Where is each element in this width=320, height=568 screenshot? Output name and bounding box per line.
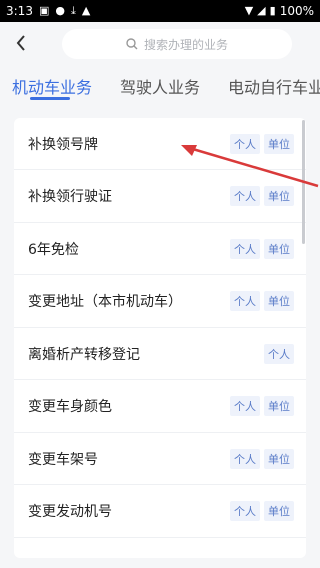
service-tags: 个人 单位 — [230, 396, 294, 416]
applicant-type-tag: 单位 — [264, 133, 294, 154]
applicant-type-tag: 单位 — [264, 238, 294, 259]
service-row[interactable]: 离婚析产转移登记 个人 — [14, 328, 306, 380]
service-name: 变更车架号 — [28, 451, 98, 468]
applicant-type-tag: 个人 — [230, 396, 260, 416]
service-name: 变更车身颜色 — [28, 399, 112, 415]
tab-driver[interactable]: 驾驶人业务 — [120, 74, 200, 98]
applicant-type-tag: 单位 — [264, 501, 294, 521]
signal-icon: ◢ — [257, 4, 266, 17]
battery-level: 100% — [279, 4, 314, 18]
applicant-type-tag: 单位 — [264, 291, 294, 311]
tab-motor-vehicle[interactable]: 机动车业务 — [12, 74, 92, 98]
back-arrow-icon — [16, 35, 25, 51]
search-icon — [126, 38, 138, 50]
applicant-type-tag: 个人 — [230, 133, 260, 154]
applicant-type-tag: 单位 — [264, 396, 294, 416]
wifi-icon: ▼ — [244, 4, 254, 17]
service-name: 补换领号牌 — [28, 136, 98, 153]
chat-notification-icon: ▣ — [38, 4, 50, 17]
alert-icon: ● — [55, 4, 65, 17]
service-name: 补换领行驶证 — [28, 189, 112, 205]
status-time: 3:13 — [6, 4, 33, 18]
service-row[interactable]: 变更地址（本市机动车） 个人 单位 — [14, 276, 306, 328]
service-tags: 个人 单位 — [230, 501, 294, 521]
category-tabs: 机动车业务 驾驶人业务 电动自行车业务 — [0, 66, 320, 106]
scrollbar[interactable] — [302, 120, 305, 244]
applicant-type-tag: 个人 — [230, 448, 260, 469]
back-button[interactable] — [10, 30, 32, 56]
header: 搜索办理的业务 — [0, 22, 320, 64]
service-tags: 个人 单位 — [230, 291, 294, 311]
service-tags: 个人 单位 — [230, 238, 294, 259]
active-tab-indicator — [30, 97, 70, 100]
applicant-type-tag: 单位 — [264, 186, 294, 206]
app-notification-icon: ▲ — [81, 4, 91, 17]
service-row[interactable]: 变更车架号 个人 单位 — [14, 433, 306, 485]
service-row[interactable]: 6年免检 个人 单位 — [14, 223, 306, 275]
download-icon: ⤓ — [70, 4, 76, 17]
service-row[interactable]: 补换领号牌 个人 单位 — [14, 118, 306, 170]
service-row[interactable]: 变更车身颜色 个人 单位 — [14, 381, 306, 433]
tab-electric-bicycle[interactable]: 电动自行车业务 — [228, 74, 320, 98]
service-tags: 个人 单位 — [230, 186, 294, 206]
service-name: 6年免检 — [28, 241, 79, 258]
service-tags: 个人 单位 — [230, 448, 294, 469]
service-name: 变更发动机号 — [28, 504, 112, 520]
applicant-type-tag: 个人 — [230, 238, 260, 259]
service-list: 补换领号牌 个人 单位 补换领行驶证 个人 单位 6年免检 个人 单位 变更地址（本市机动车） 个人… — [14, 118, 306, 558]
service-tags: 个人 单位 — [230, 133, 294, 154]
battery-icon: ▮ — [269, 4, 276, 17]
service-row[interactable]: 补换领行驶证 个人 单位 — [14, 171, 306, 223]
service-tags: 个人 — [264, 343, 294, 364]
search-placeholder: 搜索办理的业务 — [143, 37, 228, 52]
service-name: 变更地址（本市机动车） — [28, 294, 182, 310]
applicant-type-tag: 个人 — [230, 186, 260, 206]
search-input[interactable]: 搜索办理的业务 — [62, 29, 292, 59]
status-bar: 3:13 ▣ ● ⤓ ▲ ▼ ◢ ▮ 100% — [0, 0, 320, 22]
service-name: 离婚析产转移登记 — [28, 346, 140, 363]
applicant-type-tag: 个人 — [230, 291, 260, 311]
applicant-type-tag: 个人 — [230, 501, 260, 521]
applicant-type-tag: 个人 — [264, 343, 294, 364]
service-row[interactable]: 变更发动机号 个人 单位 — [14, 486, 306, 538]
applicant-type-tag: 单位 — [264, 448, 294, 469]
